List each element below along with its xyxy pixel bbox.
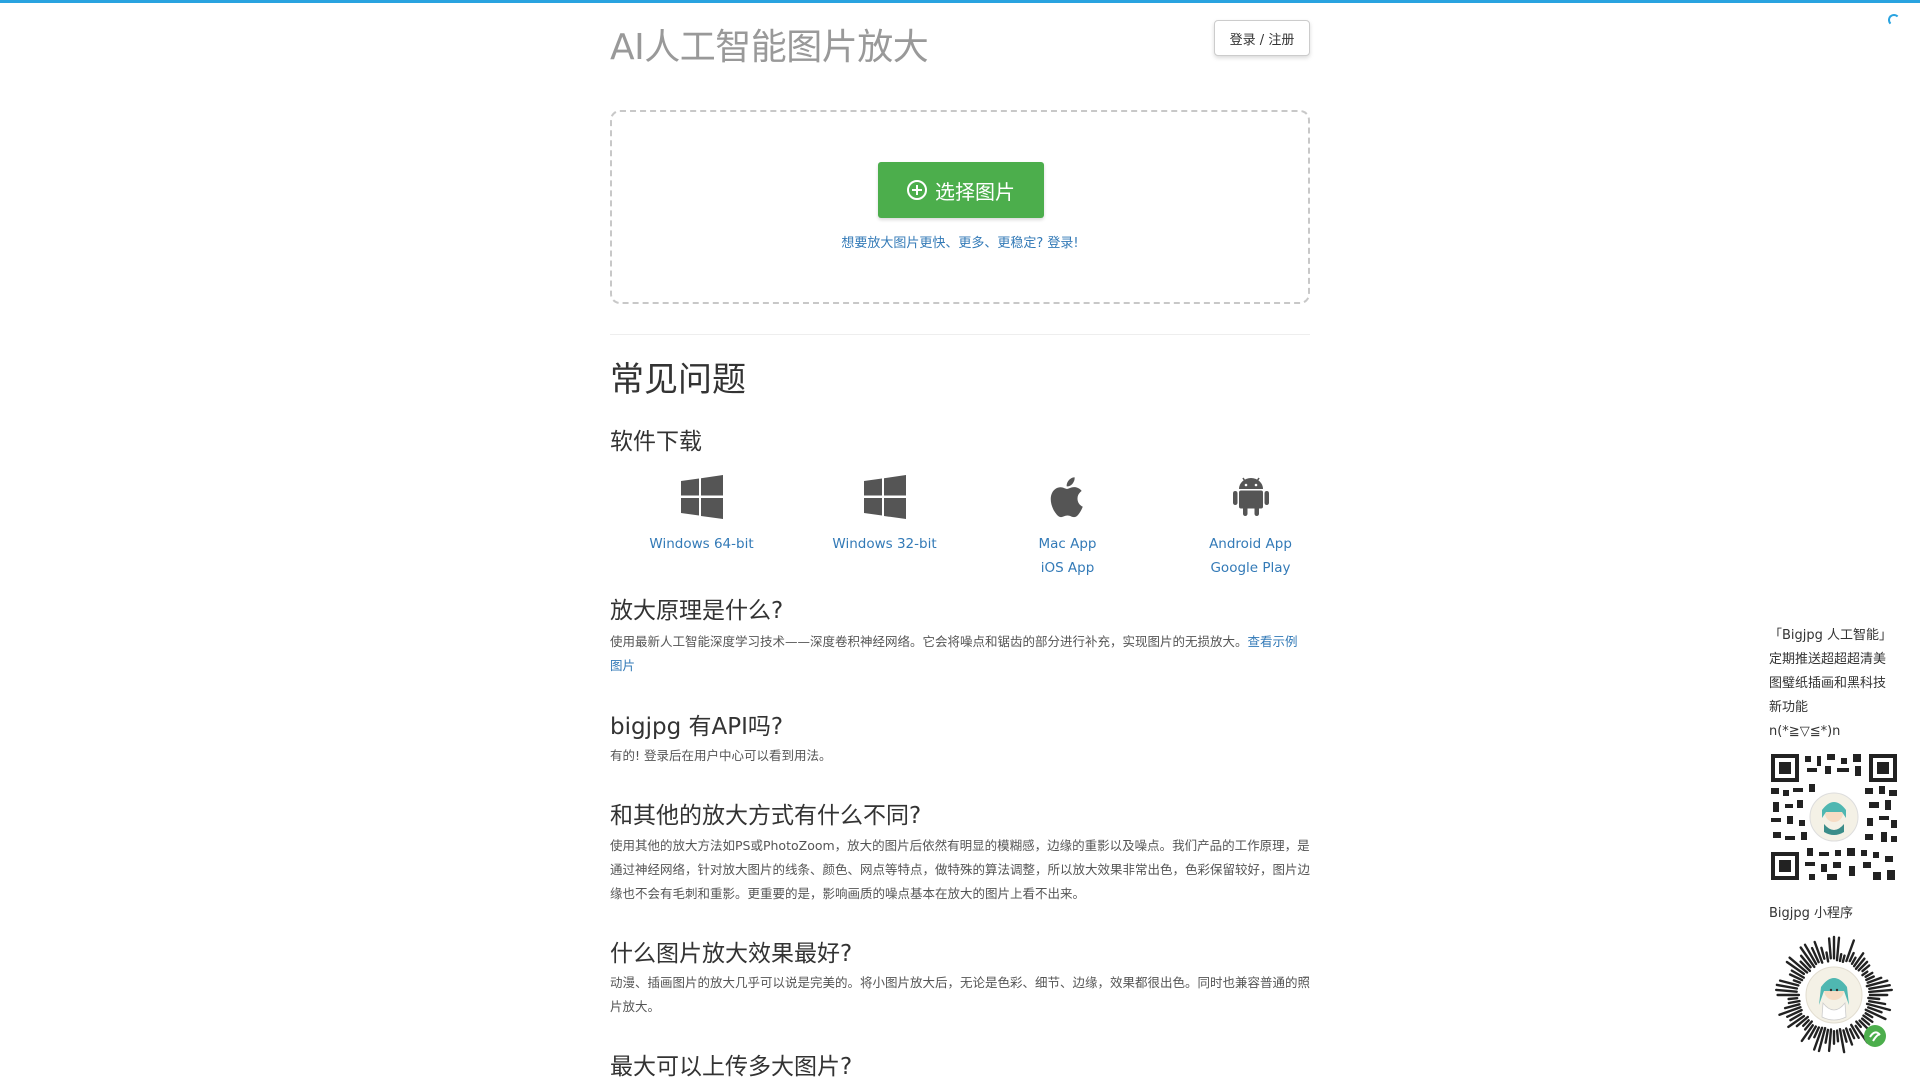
faq-title: 常见问题 [610,360,746,400]
ios-app-link[interactable]: iOS App [976,556,1159,580]
download-list: Windows 64-bit Windows 32-bit Mac App iO… [610,472,1342,582]
site-title: AI人工智能图片放大 [610,27,929,68]
google-play-link[interactable]: Google Play [1159,556,1342,580]
loading-spinner-icon [1888,14,1900,26]
plus-circle-icon [907,180,927,200]
mini-program-code-icon [1774,935,1894,1054]
windows-64-link[interactable]: Windows 64-bit [610,532,793,556]
difference-heading: 和其他的放大方式有什么不同? [610,803,922,829]
download-item-apple: Mac App iOS App [976,472,1159,580]
promo-line: 图璧纸插画和黑科技 [1769,676,1887,691]
android-icon [1232,477,1269,516]
software-download-heading: 软件下载 [610,429,702,455]
download-item-windows-64: Windows 64-bit [610,472,793,556]
principle-heading: 放大原理是什么? [610,598,784,624]
windows-32-link[interactable]: Windows 32-bit [793,532,976,556]
difference-text: 使用其他的放大方法如PS或PhotoZoom，放大的图片后依然有明显的模糊感，边… [610,838,1311,901]
section-divider [610,334,1310,335]
wechat-qr-code-icon [1769,752,1899,882]
api-heading: bigjpg 有API吗? [610,714,784,740]
apple-icon [1050,477,1083,518]
page-loading-bar [0,0,1920,3]
mini-program-label: Bigjpg 小程序 [1769,906,1854,921]
promo-sidebar: 「Bigjpg 人工智能」 定期推送超超超清美 图璧纸插画和黑科技 新功能 n(… [1769,624,1920,744]
login-register-button[interactable]: 登录 / 注册 [1214,20,1310,56]
login-hint-link[interactable]: 想要放大图片更快、更多、更稳定? 登录! [612,232,1308,251]
download-item-android: Android App Google Play [1159,472,1342,580]
windows-icon [863,475,906,519]
api-text: 有的! 登录后在用户中心可以看到用法。 [610,748,832,763]
promo-line: 「Bigjpg 人工智能」 [1769,628,1893,643]
promo-line: n(*≧▽≦*)n [1769,724,1841,739]
select-image-label: 选择图片 [935,179,1015,204]
android-app-link[interactable]: Android App [1159,532,1342,556]
best-result-heading: 什么图片放大效果最好? [610,941,853,967]
windows-icon [680,475,723,519]
download-item-windows-32: Windows 32-bit [793,472,976,556]
select-image-button[interactable]: 选择图片 [878,162,1044,218]
principle-body: 使用最新人工智能深度学习技术——深度卷积神经网络。它会将噪点和锯齿的部分进行补充… [610,634,1248,649]
promo-line: 定期推送超超超清美 [1769,652,1887,667]
mac-app-link[interactable]: Mac App [976,532,1159,556]
principle-text: 使用最新人工智能深度学习技术——深度卷积神经网络。它会将噪点和锯齿的部分进行补充… [610,630,1310,678]
upload-dropzone[interactable]: 选择图片 想要放大图片更快、更多、更稳定? 登录! [610,110,1310,304]
max-size-heading: 最大可以上传多大图片? [610,1054,853,1080]
best-result-text: 动漫、插画图片的放大几乎可以说是完美的。将小图片放大后，无论是色彩、细节、边缘，… [610,975,1311,1014]
promo-line: 新功能 [1769,700,1809,715]
